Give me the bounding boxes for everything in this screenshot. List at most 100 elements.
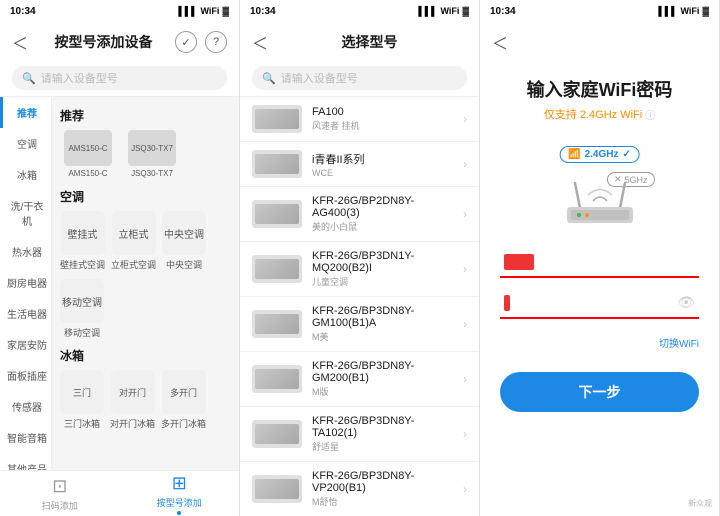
section-title-recommended: 推荐 xyxy=(60,107,231,124)
item-text-5: KFR-26G/BP3DN8Y-GM200(B1) M版 xyxy=(312,360,453,398)
ssid-input[interactable] xyxy=(540,255,695,269)
item-sub-1: WCE xyxy=(312,168,453,178)
sidebar-item-speaker[interactable]: 智能音箱 xyxy=(0,422,51,453)
tab-model[interactable]: ⊞ 按型号添加 xyxy=(120,473,240,515)
sidebar-item-life[interactable]: 生活电器 xyxy=(0,298,51,329)
sidebar: 推荐 空调 冰箱 洗/干衣机 热水器 厨房电器 生活电器 家居安防 面板插座 传… xyxy=(0,97,52,470)
list-item[interactable]: KFR-26G/BP3DN8Y-GM200(B1) M版 › xyxy=(240,352,479,407)
time-1: 10:34 xyxy=(10,6,36,17)
rec-img-1: AMS150-C xyxy=(64,130,112,166)
back-button-2[interactable]: ＜ xyxy=(252,30,272,54)
item-sub-2: 美的小白鼠 xyxy=(312,220,453,233)
wifi-icon-2: WiFi xyxy=(441,6,460,16)
back-button-1[interactable]: ＜ xyxy=(12,30,32,54)
item-text-4: KFR-26G/BP3DN8Y-GM100(B1)A M美 xyxy=(312,305,453,343)
status-bar-2: 10:34 ▌▌▌ WiFi ▓ xyxy=(240,0,479,22)
item-name-5: KFR-26G/BP3DN8Y-GM200(B1) xyxy=(312,360,453,384)
signal-icon-2: ▌▌▌ xyxy=(418,6,437,16)
sidebar-item-other[interactable]: 其他产品 xyxy=(0,453,51,470)
search-placeholder-2: 请输入设备型号 xyxy=(281,70,358,86)
time-2: 10:34 xyxy=(250,6,276,17)
search-bar-1: 🔍 请输入设备型号 xyxy=(0,60,239,97)
active-dot xyxy=(177,511,181,515)
wifi-icon-3: WiFi xyxy=(681,6,700,16)
item-text-7: KFR-26G/BP3DN8Y-VP200(B1) M舒怡 xyxy=(312,470,453,508)
list-item[interactable]: i青春II系列 WCE › xyxy=(240,142,479,187)
ac-central-label: 中央空调 xyxy=(166,258,202,271)
item-text-6: KFR-26G/BP3DN8Y-TA102(1) 舒适星 xyxy=(312,415,453,453)
switch-wifi-link[interactable]: 切换WiFi xyxy=(659,335,699,350)
list-item[interactable]: KFR-26G/BP2DN8Y-AG400(3) 美的小白鼠 › xyxy=(240,187,479,242)
sidebar-item-ac[interactable]: 空调 xyxy=(0,128,51,159)
fridge-side-label: 对开门冰箱 xyxy=(110,417,155,430)
list-item[interactable]: KFR-26G/BP3DN8Y-VP200(B1) M舒怡 › xyxy=(240,462,479,516)
ssid-input-row xyxy=(500,248,699,278)
panel1-title: 按型号添加设备 xyxy=(32,32,175,52)
search-input-wrap-1[interactable]: 🔍 请输入设备型号 xyxy=(12,66,227,90)
sidebar-item-heater[interactable]: 热水器 xyxy=(0,236,51,267)
sidebar-item-panel[interactable]: 面板插座 xyxy=(0,360,51,391)
sidebar-item-fridge[interactable]: 冰箱 xyxy=(0,159,51,190)
check-icon[interactable]: ✓ xyxy=(175,31,197,53)
ac-floor[interactable]: 立柜式 立柜式空调 xyxy=(111,211,156,271)
next-button[interactable]: 下一步 xyxy=(500,372,699,412)
item-text-1: i青春II系列 WCE xyxy=(312,151,453,178)
search-placeholder-1: 请输入设备型号 xyxy=(41,70,118,86)
help-icon[interactable]: ? xyxy=(205,31,227,53)
arrow-icon-1: › xyxy=(463,157,467,171)
tab-scan[interactable]: ⊡ 扫码添加 xyxy=(0,476,120,512)
status-icons-2: ▌▌▌ WiFi ▓ xyxy=(418,6,469,16)
arrow-icon-0: › xyxy=(463,112,467,126)
list-item[interactable]: KFR-26G/BP3DN8Y-GM100(B1)A M美 › xyxy=(240,297,479,352)
rec-product-2[interactable]: JSQ30-TX7 JSQ30-TX7 xyxy=(124,130,180,178)
sidebar-item-recommended[interactable]: 推荐 xyxy=(0,97,51,128)
item-name-7: KFR-26G/BP3DN8Y-VP200(B1) xyxy=(312,470,453,494)
wifi-signal-icon: 📶 xyxy=(568,149,580,160)
search-input-wrap-2[interactable]: 🔍 请输入设备型号 xyxy=(252,66,467,90)
item-sub-4: M美 xyxy=(312,330,453,343)
ac-mobile-img: 移动空调 xyxy=(60,279,104,323)
wifi-input-group: 👁 xyxy=(500,248,699,319)
ac-wall-mount[interactable]: 壁挂式 壁挂式空调 xyxy=(60,211,105,271)
sidebar-item-security[interactable]: 家居安防 xyxy=(0,329,51,360)
list-item[interactable]: KFR-26G/BP3DN1Y-MQ200(B2)I 儿童空调 › xyxy=(240,242,479,297)
list-item[interactable]: FA100 风速者 挂机 › xyxy=(240,97,479,142)
password-input[interactable] xyxy=(516,296,671,310)
panel2-title: 选择型号 xyxy=(272,32,467,52)
ac-categories-2: 移动空调 移动空调 xyxy=(60,279,231,339)
model-icon: ⊞ xyxy=(172,473,187,494)
panel3-body: 输入家庭WiFi密码 仅支持 2.4GHz WiFi ⓘ 📶 2.4GHz ✓ … xyxy=(480,60,719,516)
back-button-3[interactable]: ＜ xyxy=(492,30,512,54)
item-name-4: KFR-26G/BP3DN8Y-GM100(B1)A xyxy=(312,305,453,329)
battery-icon-2: ▓ xyxy=(462,6,469,16)
rec-product-1[interactable]: AMS150-C AMS150-C xyxy=(60,130,116,178)
panel-wifi-password: 10:34 ▌▌▌ WiFi ▓ ＜ 输入家庭WiFi密码 仅支持 2.4GHz… xyxy=(480,0,720,516)
info-icon[interactable]: ⓘ xyxy=(645,107,655,122)
arrow-icon-3: › xyxy=(463,262,467,276)
eye-icon[interactable]: 👁 xyxy=(677,294,695,311)
ac-central[interactable]: 中央空调 中央空调 xyxy=(162,211,206,271)
ac-mobile[interactable]: 移动空调 移动空调 xyxy=(60,279,104,339)
wifi-illustration: 📶 2.4GHz ✓ ✕ 5GHz xyxy=(535,138,665,228)
sidebar-item-sensor[interactable]: 传感器 xyxy=(0,391,51,422)
wifi-icon-1: WiFi xyxy=(201,6,220,16)
rec-label-2: JSQ30-TX7 xyxy=(131,169,173,178)
fridge-multi[interactable]: 多开门 多开门冰箱 xyxy=(161,370,206,430)
sidebar-item-kitchen[interactable]: 厨房电器 xyxy=(0,267,51,298)
wifi-subtitle: 仅支持 2.4GHz WiFi ⓘ xyxy=(544,106,655,122)
list-item[interactable]: KFR-26G/BP3DN8Y-TA102(1) 舒适星 › xyxy=(240,407,479,462)
fridge-3door[interactable]: 三门 三门冰箱 xyxy=(60,370,104,430)
watermark: 新众观 xyxy=(685,497,715,510)
fridge-side[interactable]: 对开门 对开门冰箱 xyxy=(110,370,155,430)
item-text-3: KFR-26G/BP3DN1Y-MQ200(B2)I 儿童空调 xyxy=(312,250,453,288)
item-img-6 xyxy=(252,420,302,448)
status-bar-3: 10:34 ▌▌▌ WiFi ▓ xyxy=(480,0,719,22)
fridge-side-img: 对开门 xyxy=(111,370,155,414)
sidebar-item-washer[interactable]: 洗/干衣机 xyxy=(0,190,51,236)
search-bar-2: 🔍 请输入设备型号 xyxy=(240,60,479,97)
fridge-categories: 三门 三门冰箱 对开门 对开门冰箱 多开门 多开门冰箱 xyxy=(60,370,231,430)
ac-floor-img: 立柜式 xyxy=(112,211,156,255)
signal-icon-3: ▌▌▌ xyxy=(658,6,677,16)
item-text-0: FA100 风速者 挂机 xyxy=(312,106,453,132)
model-list: FA100 风速者 挂机 › i青春II系列 WCE › KFR-26G/BP2… xyxy=(240,97,479,516)
